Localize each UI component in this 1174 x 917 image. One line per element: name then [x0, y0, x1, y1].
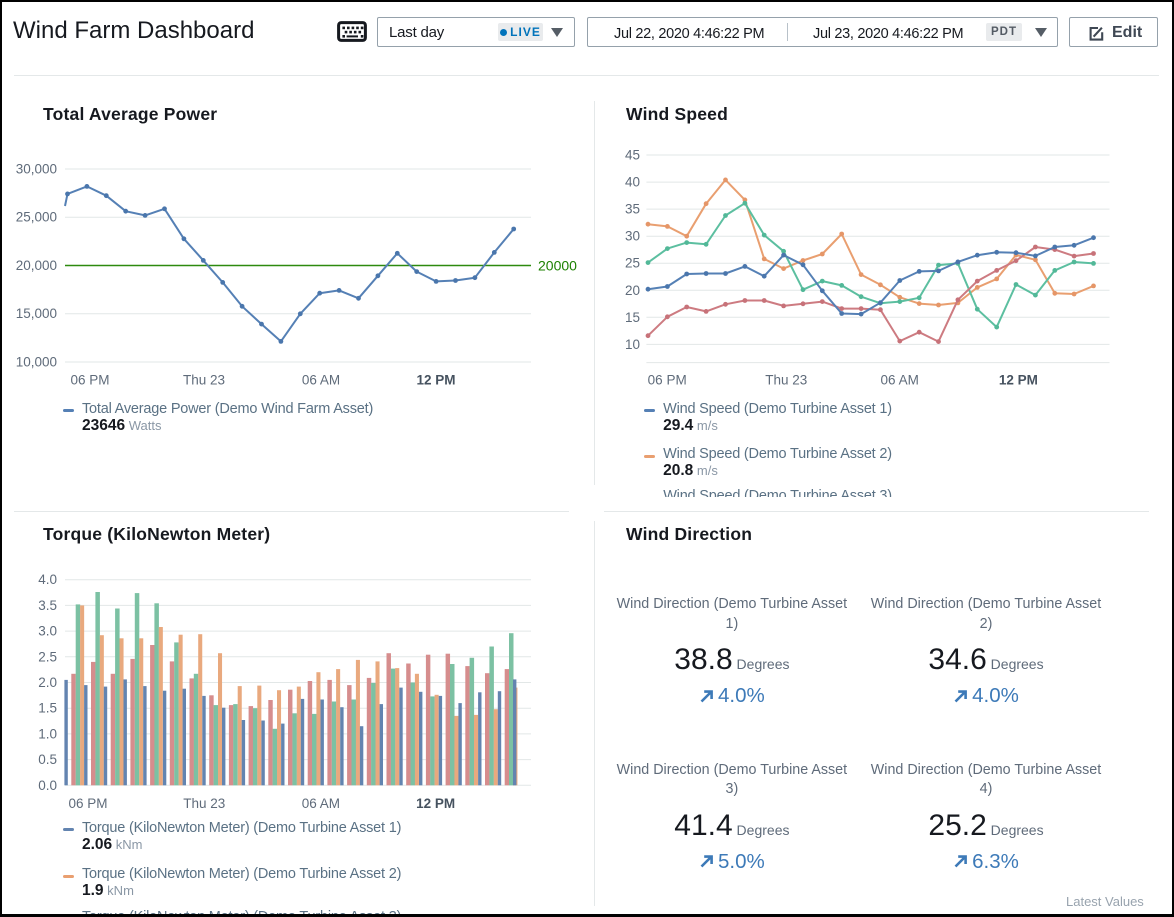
svg-text:Thu 23: Thu 23: [183, 373, 225, 388]
svg-text:15: 15: [625, 310, 640, 325]
svg-text:06 AM: 06 AM: [302, 373, 340, 388]
svg-text:35: 35: [625, 202, 640, 217]
svg-text:12 PM: 12 PM: [416, 373, 455, 388]
svg-text:3.0: 3.0: [38, 624, 57, 639]
svg-text:15,000: 15,000: [16, 306, 57, 321]
svg-text:4.0: 4.0: [38, 572, 57, 587]
svg-text:40: 40: [625, 175, 640, 190]
svg-text:20000: 20000: [538, 258, 577, 274]
svg-text:20,000: 20,000: [16, 258, 57, 273]
svg-text:06 PM: 06 PM: [70, 373, 109, 388]
svg-text:2.5: 2.5: [38, 649, 57, 664]
svg-text:45: 45: [625, 148, 640, 163]
svg-text:25,000: 25,000: [16, 210, 57, 225]
svg-text:1.5: 1.5: [38, 701, 57, 716]
svg-text:30,000: 30,000: [16, 162, 57, 177]
svg-text:30: 30: [625, 229, 640, 244]
svg-text:20: 20: [625, 283, 640, 298]
svg-text:06 AM: 06 AM: [881, 373, 919, 388]
svg-text:3.5: 3.5: [38, 598, 57, 613]
svg-text:0.0: 0.0: [38, 778, 57, 793]
svg-text:10: 10: [625, 337, 640, 352]
svg-text:25: 25: [625, 256, 640, 271]
svg-text:12 PM: 12 PM: [416, 796, 455, 810]
svg-text:0.5: 0.5: [38, 752, 57, 767]
svg-text:12 PM: 12 PM: [999, 373, 1038, 388]
svg-text:Thu 23: Thu 23: [183, 796, 225, 810]
svg-text:06 AM: 06 AM: [302, 796, 340, 810]
svg-text:06 PM: 06 PM: [68, 796, 107, 810]
svg-text:06 PM: 06 PM: [648, 373, 687, 388]
svg-text:Thu 23: Thu 23: [765, 373, 807, 388]
svg-text:10,000: 10,000: [16, 355, 57, 370]
svg-text:2.0: 2.0: [38, 675, 57, 690]
svg-text:1.0: 1.0: [38, 726, 57, 741]
